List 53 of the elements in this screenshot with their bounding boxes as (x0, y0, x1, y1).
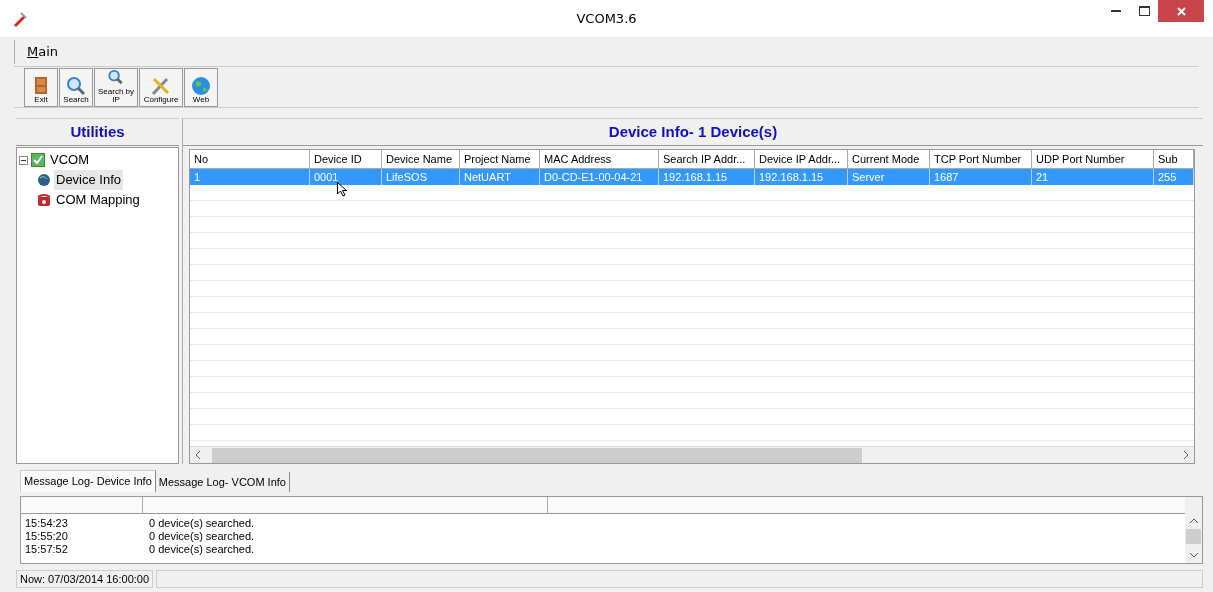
maximize-icon (1138, 6, 1150, 16)
log-message: 0 device(s) searched. (149, 543, 255, 556)
log-tab[interactable]: Message Log- Device Info (20, 470, 156, 492)
status-text: Now: 07/03/2014 16:00:00 (16, 570, 154, 588)
scrollbar-thumb[interactable] (1186, 529, 1201, 544)
toolbar-button[interactable]: Search by IP (94, 67, 138, 107)
tools-icon (151, 75, 171, 96)
window-title: VCOM3.6 (576, 9, 637, 28)
scroll-up-icon (1189, 517, 1198, 525)
log-message: 0 device(s) searched. (149, 530, 255, 543)
collapse-icon[interactable] (19, 155, 28, 165)
scrollbar-thumb[interactable] (212, 447, 862, 463)
vertical-scrollbar[interactable] (1185, 497, 1202, 563)
close-button[interactable] (1158, 0, 1204, 22)
log-time: 15:57:52 (25, 543, 69, 556)
tree-item[interactable]: COM Mapping (54, 190, 142, 210)
log-time: 15:55:20 (25, 530, 69, 543)
column-header[interactable]: Device Name (382, 150, 460, 168)
column-header[interactable]: No (190, 150, 310, 168)
column-header[interactable]: MAC Address (540, 150, 659, 168)
column-header[interactable]: Current Mode (848, 150, 930, 168)
tree-item[interactable]: Device Info (54, 170, 124, 190)
panel-title: Utilities (16, 118, 179, 146)
toolbar-button[interactable]: Web (184, 67, 218, 107)
toolbar-button[interactable]: Exit (24, 67, 58, 107)
minimize-icon (1111, 10, 1121, 12)
scroll-down-icon (1189, 551, 1198, 559)
column-header[interactable]: UDP Port Number (1032, 150, 1154, 168)
column-header[interactable]: Project Name (460, 150, 540, 168)
telephone-icon (37, 193, 51, 207)
column-header[interactable]: Device ID (310, 150, 382, 168)
log-message: 0 device(s) searched. (149, 517, 255, 530)
scroll-left-icon (194, 451, 202, 459)
globe-icon (191, 75, 211, 96)
toolbar-button[interactable]: Search (59, 67, 93, 107)
menu-item[interactable]: Main (27, 42, 59, 62)
globe-icon (37, 173, 51, 187)
checkbox-icon (31, 153, 45, 167)
column-header[interactable]: Search IP Addr... (659, 150, 755, 168)
horizontal-scrollbar[interactable] (190, 446, 1194, 463)
column-header[interactable]: Sub (1154, 150, 1194, 168)
app-icon (12, 10, 28, 27)
panel-title: Device Info- 1 Device(s) (183, 118, 1203, 146)
tree-item[interactable]: VCOM (48, 150, 91, 170)
column-header[interactable]: TCP Port Number (930, 150, 1032, 168)
toolbar-button[interactable]: Configure (139, 67, 183, 107)
magnifier-icon (66, 75, 86, 96)
mouse-cursor-icon (337, 182, 347, 197)
close-icon (1176, 6, 1186, 16)
log-time: 15:54:23 (25, 517, 69, 530)
scroll-right-icon (1182, 451, 1190, 459)
log-tab[interactable]: Message Log- VCOM Info (155, 472, 290, 492)
column-header[interactable]: Device IP Addr... (755, 150, 848, 168)
